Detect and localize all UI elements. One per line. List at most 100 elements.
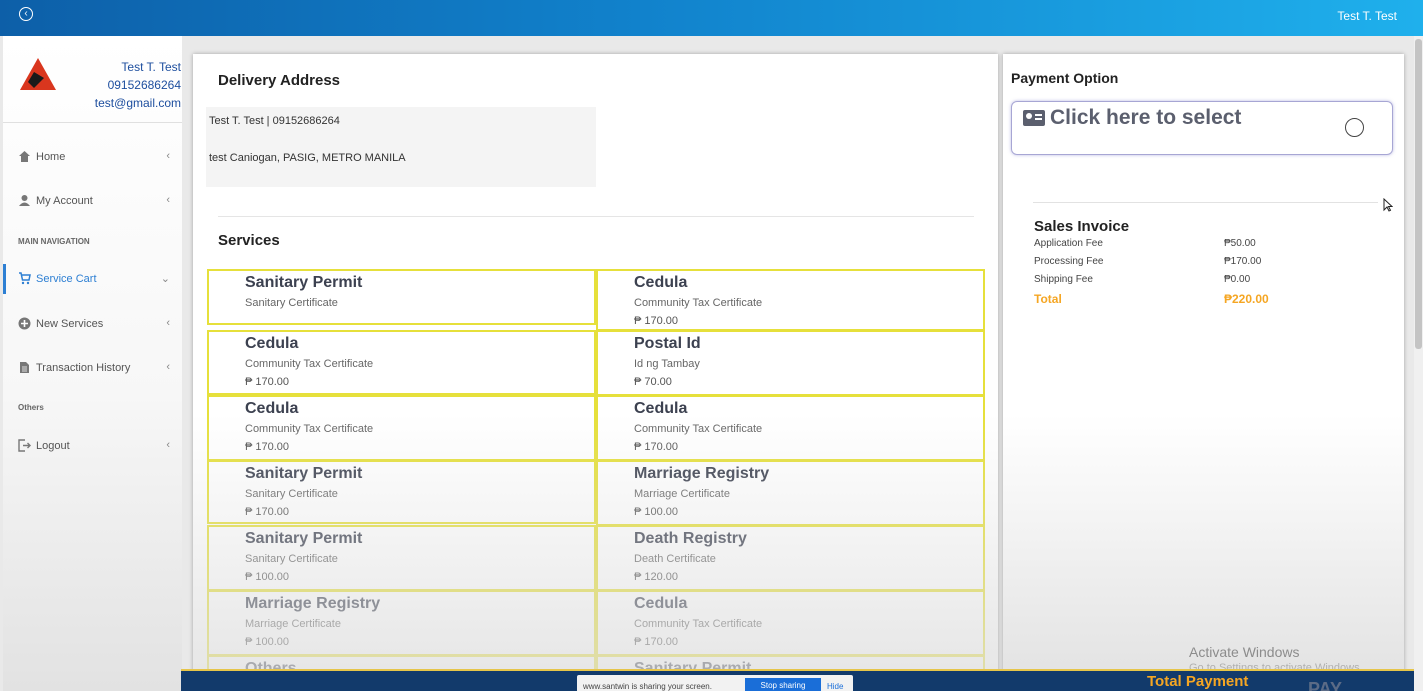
service-card[interactable]: Marriage Registry Marriage Certificate ₱… — [207, 590, 596, 656]
delivery-name-phone: Test T. Test | 09152686264 — [209, 115, 340, 127]
invoice-row: Application Fee ₱50.00 — [1034, 238, 1294, 249]
service-name: Sanitary Permit — [245, 530, 363, 547]
page-scrollbar[interactable] — [1414, 36, 1423, 691]
scrollbar-thumb[interactable] — [1415, 39, 1422, 349]
chevron-left-icon: ‹ — [166, 150, 170, 162]
invoice-value: ₱50.00 — [1224, 238, 1256, 249]
home-icon — [19, 151, 30, 162]
sidebar-item-label: New Services — [36, 318, 104, 330]
invoice-value: ₱170.00 — [1224, 256, 1262, 267]
document-icon — [20, 362, 29, 373]
service-price: ₱ 170.00 — [245, 376, 290, 388]
top-bar: ‹ Test T. Test — [0, 0, 1423, 36]
service-card[interactable]: Cedula Community Tax Certificate ₱ 170.0… — [207, 395, 596, 461]
invoice-label: Application Fee — [1034, 238, 1103, 249]
back-circle-icon[interactable]: ‹ — [19, 7, 33, 21]
service-card[interactable]: Sanitary Permit Sanitary Certificate ₱ 1… — [207, 460, 596, 524]
cart-main-panel: Delivery Address Test T. Test | 09152686… — [193, 54, 998, 691]
invoice-value: ₱0.00 — [1224, 274, 1251, 285]
service-price: ₱ 170.00 — [634, 315, 679, 327]
chevron-left-icon: ‹ — [166, 361, 170, 373]
service-card[interactable]: Cedula Community Tax Certificate ₱ 170.0… — [596, 395, 985, 461]
invoice-label: Processing Fee — [1034, 256, 1104, 267]
service-name: Cedula — [634, 595, 688, 612]
radio-button[interactable] — [1345, 118, 1364, 137]
sidebar-item-my-account[interactable]: My Account ‹ — [3, 186, 182, 216]
service-card[interactable]: Postal Id Id ng Tambay ₱ 70.00 — [596, 330, 985, 396]
service-name: Cedula — [245, 335, 299, 352]
service-desc: Id ng Tambay — [634, 358, 700, 370]
service-card[interactable]: Death Registry Death Certificate ₱ 120.0… — [596, 525, 985, 591]
profile-email: test@gmail.com — [94, 96, 181, 110]
mouse-cursor-icon — [1383, 198, 1393, 212]
service-card[interactable]: Sanitary Permit Sanitary Certificate ₱ 1… — [207, 525, 596, 591]
sidebar-item-label: My Account — [36, 195, 93, 207]
services-title: Services — [218, 232, 280, 249]
sidebar: Test T. Test 09152686264 test@gmail.com … — [3, 36, 182, 691]
profile-name: Test T. Test — [121, 60, 181, 74]
payment-divider — [1033, 202, 1378, 203]
sidebar-item-new-services[interactable]: New Services ‹ — [3, 309, 182, 339]
service-name: Sanitary Permit — [245, 274, 363, 291]
invoice-total-value: ₱220.00 — [1224, 292, 1269, 306]
invoice-label: Shipping Fee — [1034, 274, 1093, 285]
payment-option-title: Payment Option — [1011, 70, 1119, 86]
id-card-icon — [1023, 110, 1045, 126]
service-card[interactable]: Cedula Community Tax Certificate ₱ 170.0… — [207, 330, 596, 395]
service-name: Sanitary Permit — [245, 465, 363, 482]
pay-button[interactable]: PAY — [1308, 679, 1342, 691]
plus-circle-icon — [18, 317, 31, 330]
sidebar-item-logout[interactable]: Logout ‹ — [3, 431, 182, 461]
service-desc: Sanitary Certificate — [245, 297, 338, 309]
service-price: ₱ 170.00 — [245, 441, 290, 453]
sidebar-item-label: Home — [36, 151, 66, 163]
chevron-left-icon: ‹ — [166, 439, 170, 451]
topbar-user-name[interactable]: Test T. Test — [1337, 9, 1397, 23]
chevron-left-icon: ‹ — [166, 194, 170, 206]
service-name: Death Registry — [634, 530, 747, 547]
delivery-address-box[interactable]: Test T. Test | 09152686264 test Caniogan… — [206, 107, 596, 187]
service-price: ₱ 120.00 — [634, 571, 679, 583]
service-card[interactable]: Marriage Registry Marriage Certificate ₱… — [596, 460, 985, 526]
service-name: Marriage Registry — [634, 465, 770, 482]
sidebar-item-transaction-history[interactable]: Transaction History ‹ — [3, 353, 182, 383]
service-card[interactable]: Cedula Community Tax Certificate ₱ 170.0… — [596, 269, 985, 331]
service-desc: Community Tax Certificate — [245, 423, 374, 435]
payment-select-text: Click here to select — [1050, 106, 1242, 129]
chevron-left-icon: ‹ — [166, 317, 170, 329]
sidebar-item-service-cart[interactable]: Service Cart ⌄ — [3, 264, 182, 294]
service-price: ₱ 100.00 — [634, 506, 679, 518]
payment-option-select[interactable]: Click here to select — [1011, 101, 1393, 155]
payment-panel: Payment Option Click here to select Sale… — [1003, 54, 1404, 691]
sales-invoice-title: Sales Invoice — [1034, 218, 1130, 235]
total-payment-label: Total Payment — [1147, 673, 1249, 690]
service-desc: Community Tax Certificate — [634, 618, 763, 630]
service-desc: Marriage Certificate — [245, 618, 341, 630]
sidebar-item-label: Transaction History — [36, 362, 131, 374]
checkout-bar: www.santwin is sharing your screen. Stop… — [181, 669, 1414, 691]
service-price: ₱ 170.00 — [634, 636, 679, 648]
service-desc: Community Tax Certificate — [634, 423, 763, 435]
logout-icon — [18, 439, 31, 452]
cart-icon — [19, 272, 31, 285]
stop-sharing-button[interactable]: Stop sharing — [745, 678, 821, 691]
service-card[interactable]: Sanitary Permit Sanitary Certificate — [207, 269, 596, 325]
service-desc: Sanitary Certificate — [245, 553, 338, 565]
profile-phone: 09152686264 — [107, 78, 181, 92]
service-name: Marriage Registry — [245, 595, 381, 612]
delivery-address-title: Delivery Address — [218, 72, 341, 89]
screen-share-banner: www.santwin is sharing your screen. Stop… — [577, 675, 853, 691]
service-desc: Sanitary Certificate — [245, 488, 338, 500]
sidebar-item-home[interactable]: Home ‹ — [3, 142, 182, 172]
service-price: ₱ 100.00 — [245, 571, 290, 583]
nav-divider — [3, 122, 182, 123]
invoice-total-row: Total ₱220.00 — [1034, 292, 1294, 306]
hide-button[interactable]: Hide — [827, 682, 843, 691]
sidebar-item-label: Service Cart — [36, 273, 97, 285]
service-desc: Death Certificate — [634, 553, 716, 565]
app-logo — [20, 58, 56, 90]
section-divider — [218, 216, 974, 217]
chevron-down-icon: ⌄ — [160, 273, 170, 285]
activate-windows-watermark: Activate Windows — [1189, 644, 1300, 660]
service-card[interactable]: Cedula Community Tax Certificate ₱ 170.0… — [596, 590, 985, 656]
